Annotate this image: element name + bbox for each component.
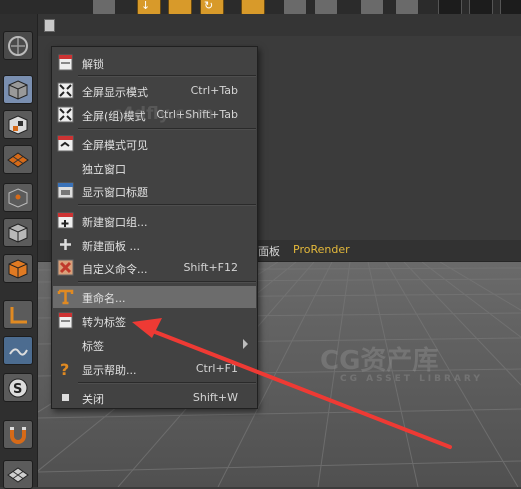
menu-separator — [78, 382, 256, 384]
fullscreen-group-icon — [57, 106, 74, 123]
grid-icon — [7, 467, 29, 483]
menu-separator — [78, 281, 256, 283]
submenu-arrow-icon — [243, 339, 248, 349]
secondary-bar — [0, 14, 521, 37]
menu-separator — [78, 75, 256, 77]
menu-item-close[interactable]: 关闭 Shift+W — [53, 387, 256, 409]
plus-icon — [57, 236, 74, 253]
axis-icon — [10, 307, 27, 324]
lock-icon — [57, 54, 74, 71]
grid-button[interactable] — [3, 460, 33, 489]
menu-item-standalone-window[interactable]: 独立窗口 — [53, 157, 256, 179]
plane-grid-button[interactable] — [3, 145, 33, 174]
spline-cube-icon — [8, 188, 28, 208]
fullscreen-icon — [57, 82, 74, 99]
menu-item-customize-commands[interactable]: 自定义命令... Shift+F12 — [53, 257, 256, 279]
custom-commands-icon — [57, 259, 74, 276]
menu-item-fullscreen-visible[interactable]: 全屏模式可见 — [53, 133, 256, 155]
cube-button[interactable] — [3, 75, 33, 104]
snap-icon: S — [8, 378, 28, 398]
menu-separator — [78, 204, 256, 206]
text-t-icon — [57, 288, 74, 305]
svg-text:S: S — [13, 382, 22, 397]
axis-button[interactable] — [3, 300, 33, 329]
sculpt-button[interactable] — [3, 336, 33, 365]
magnet-button[interactable] — [3, 420, 33, 449]
sculpt-icon — [9, 348, 28, 356]
help-icon: ? — [57, 360, 74, 379]
cube-edit-button[interactable] — [3, 218, 33, 247]
arrow-down-icon: ↓ — [141, 0, 151, 12]
menu-item-new-window-group[interactable]: 新建窗口组... — [53, 210, 256, 232]
panel-context-menu: 解锁 全屏显示模式 Ctrl+Tab 全屏(组)模式 Ctrl+Shift+Ta… — [51, 46, 258, 409]
checker-cube-icon — [8, 115, 28, 135]
viewport-menu-prorender[interactable]: ProRender — [293, 243, 350, 256]
watermark-logo: CG资产库 — [320, 346, 439, 376]
magnet-icon — [10, 427, 26, 444]
snap-button[interactable]: S — [3, 373, 33, 402]
plane-grid-icon — [7, 152, 29, 168]
rotate-icon: ↻ — [204, 0, 214, 12]
mograph-button[interactable] — [3, 31, 33, 60]
mograph-icon — [8, 36, 28, 56]
viewport-menu-panel[interactable]: 面板 — [258, 243, 280, 259]
cube-icon — [8, 80, 28, 100]
cube-edit-icon — [8, 223, 28, 243]
cube-orange-button[interactable] — [3, 254, 33, 283]
watermark-url: c4dfly.com — [112, 104, 215, 124]
panel-handle-icon[interactable] — [44, 19, 55, 32]
menu-item-tabs[interactable]: 标签 — [53, 334, 256, 356]
menu-item-new-panel[interactable]: 新建面板 ... — [53, 234, 256, 256]
menu-item-rename[interactable]: 重命名... — [53, 286, 256, 308]
watermark-subtitle: CG ASSET LIBRARY — [340, 374, 483, 384]
top-toolbar: ↓ ↻ — [0, 0, 521, 16]
fullscreen-visible-icon — [57, 135, 74, 152]
window-title-icon — [57, 182, 74, 199]
new-window-group-icon — [57, 212, 74, 229]
menu-item-unlock[interactable]: 解锁 — [53, 52, 256, 74]
menu-item-convert-to-tab[interactable]: 转为标签 — [53, 310, 256, 332]
spline-cube-button[interactable] — [3, 183, 33, 212]
checker-cube-button[interactable] — [3, 110, 33, 139]
cube-orange-icon — [8, 259, 28, 279]
tab-icon — [57, 312, 74, 329]
close-square-icon — [57, 389, 74, 406]
menu-separator — [78, 128, 256, 130]
menu-item-fullscreen-mode[interactable]: 全屏显示模式 Ctrl+Tab — [53, 80, 256, 102]
menu-item-show-help[interactable]: ? 显示帮助... Ctrl+F1 — [53, 358, 256, 380]
menu-item-show-window-title[interactable]: 显示窗口标题 — [53, 180, 256, 202]
svg-text:?: ? — [60, 360, 69, 377]
left-toolbar: S — [0, 14, 38, 489]
